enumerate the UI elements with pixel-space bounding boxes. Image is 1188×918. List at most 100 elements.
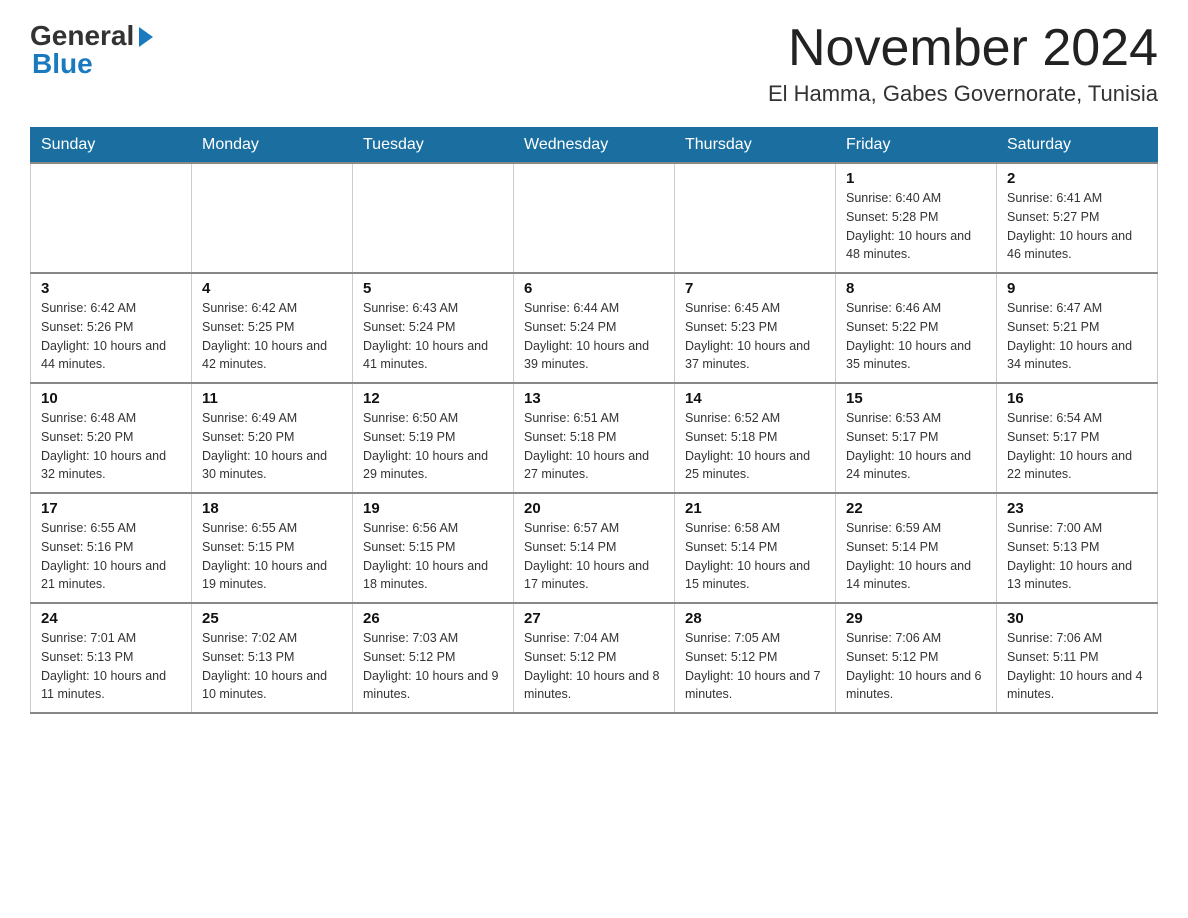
calendar-cell xyxy=(675,163,836,273)
day-info: Sunrise: 7:01 AMSunset: 5:13 PMDaylight:… xyxy=(41,629,181,704)
day-info: Sunrise: 7:02 AMSunset: 5:13 PMDaylight:… xyxy=(202,629,342,704)
calendar-cell: 24 Sunrise: 7:01 AMSunset: 5:13 PMDayligh… xyxy=(31,603,192,713)
logo-blue-text: Blue xyxy=(30,48,93,80)
calendar-cell: 5 Sunrise: 6:43 AMSunset: 5:24 PMDaylight… xyxy=(353,273,514,383)
calendar-cell: 19 Sunrise: 6:56 AMSunset: 5:15 PMDayligh… xyxy=(353,493,514,603)
day-number: 20 xyxy=(524,500,664,517)
day-number: 3 xyxy=(41,280,181,297)
day-number: 12 xyxy=(363,390,503,407)
day-info: Sunrise: 6:49 AMSunset: 5:20 PMDaylight:… xyxy=(202,409,342,484)
calendar-cell xyxy=(514,163,675,273)
day-info: Sunrise: 6:51 AMSunset: 5:18 PMDaylight:… xyxy=(524,409,664,484)
calendar-cell xyxy=(31,163,192,273)
month-title: November 2024 xyxy=(768,20,1158,77)
calendar-cell: 15 Sunrise: 6:53 AMSunset: 5:17 PMDayligh… xyxy=(836,383,997,493)
day-info: Sunrise: 6:57 AMSunset: 5:14 PMDaylight:… xyxy=(524,519,664,594)
day-number: 9 xyxy=(1007,280,1147,297)
day-info: Sunrise: 6:48 AMSunset: 5:20 PMDaylight:… xyxy=(41,409,181,484)
calendar-table: SundayMondayTuesdayWednesdayThursdayFrid… xyxy=(30,127,1158,714)
day-number: 25 xyxy=(202,610,342,627)
calendar-cell: 12 Sunrise: 6:50 AMSunset: 5:19 PMDayligh… xyxy=(353,383,514,493)
day-info: Sunrise: 6:55 AMSunset: 5:16 PMDaylight:… xyxy=(41,519,181,594)
day-info: Sunrise: 6:46 AMSunset: 5:22 PMDaylight:… xyxy=(846,299,986,374)
day-info: Sunrise: 7:06 AMSunset: 5:12 PMDaylight:… xyxy=(846,629,986,704)
day-info: Sunrise: 7:05 AMSunset: 5:12 PMDaylight:… xyxy=(685,629,825,704)
calendar-cell: 29 Sunrise: 7:06 AMSunset: 5:12 PMDayligh… xyxy=(836,603,997,713)
day-info: Sunrise: 6:45 AMSunset: 5:23 PMDaylight:… xyxy=(685,299,825,374)
day-info: Sunrise: 6:42 AMSunset: 5:26 PMDaylight:… xyxy=(41,299,181,374)
day-number: 13 xyxy=(524,390,664,407)
location-text: El Hamma, Gabes Governorate, Tunisia xyxy=(768,81,1158,107)
calendar-week-row: 10Sunrise: 6:48 AMSunset: 5:20 PMDayligh… xyxy=(31,383,1158,493)
day-info: Sunrise: 6:41 AMSunset: 5:27 PMDaylight:… xyxy=(1007,189,1147,264)
calendar-cell: 26Sunrise: 7:03 AMSunset: 5:12 PMDayligh… xyxy=(353,603,514,713)
calendar-cell: 23Sunrise: 7:00 AMSunset: 5:13 PMDayligh… xyxy=(997,493,1158,603)
day-number: 15 xyxy=(846,390,986,407)
calendar-cell: 13 Sunrise: 6:51 AMSunset: 5:18 PMDayligh… xyxy=(514,383,675,493)
day-number: 22 xyxy=(846,500,986,517)
day-number: 29 xyxy=(846,610,986,627)
calendar-body: 1Sunrise: 6:40 AMSunset: 5:28 PMDaylight… xyxy=(31,163,1158,713)
day-number: 24 xyxy=(41,610,181,627)
day-number: 11 xyxy=(202,390,342,407)
day-info: Sunrise: 6:54 AMSunset: 5:17 PMDaylight:… xyxy=(1007,409,1147,484)
calendar-cell: 11 Sunrise: 6:49 AMSunset: 5:20 PMDayligh… xyxy=(192,383,353,493)
calendar-cell: 27 Sunrise: 7:04 AMSunset: 5:12 PMDayligh… xyxy=(514,603,675,713)
calendar-cell: 28 Sunrise: 7:05 AMSunset: 5:12 PMDayligh… xyxy=(675,603,836,713)
calendar-cell: 4Sunrise: 6:42 AMSunset: 5:25 PMDaylight… xyxy=(192,273,353,383)
day-number: 2 xyxy=(1007,170,1147,187)
calendar-day-header: Wednesday xyxy=(514,128,675,164)
calendar-cell: 3 Sunrise: 6:42 AMSunset: 5:26 PMDaylight… xyxy=(31,273,192,383)
day-number: 17 xyxy=(41,500,181,517)
calendar-cell: 21 Sunrise: 6:58 AMSunset: 5:14 PMDayligh… xyxy=(675,493,836,603)
day-info: Sunrise: 6:47 AMSunset: 5:21 PMDaylight:… xyxy=(1007,299,1147,374)
day-info: Sunrise: 7:04 AMSunset: 5:12 PMDaylight:… xyxy=(524,629,664,704)
calendar-cell: 7 Sunrise: 6:45 AMSunset: 5:23 PMDaylight… xyxy=(675,273,836,383)
calendar-cell: 10Sunrise: 6:48 AMSunset: 5:20 PMDayligh… xyxy=(31,383,192,493)
day-info: Sunrise: 6:58 AMSunset: 5:14 PMDaylight:… xyxy=(685,519,825,594)
calendar-day-header: Sunday xyxy=(31,128,192,164)
calendar-week-row: 3 Sunrise: 6:42 AMSunset: 5:26 PMDaylight… xyxy=(31,273,1158,383)
calendar-day-header: Saturday xyxy=(997,128,1158,164)
calendar-cell: 6Sunrise: 6:44 AMSunset: 5:24 PMDaylight… xyxy=(514,273,675,383)
day-number: 7 xyxy=(685,280,825,297)
day-number: 28 xyxy=(685,610,825,627)
calendar-cell xyxy=(192,163,353,273)
day-number: 5 xyxy=(363,280,503,297)
page-header: General Blue November 2024 El Hamma, Gab… xyxy=(30,20,1158,107)
title-area: November 2024 El Hamma, Gabes Governorat… xyxy=(768,20,1158,107)
day-info: Sunrise: 7:03 AMSunset: 5:12 PMDaylight:… xyxy=(363,629,503,704)
logo: General Blue xyxy=(30,20,153,80)
calendar-cell: 14Sunrise: 6:52 AMSunset: 5:18 PMDayligh… xyxy=(675,383,836,493)
calendar-week-row: 24 Sunrise: 7:01 AMSunset: 5:13 PMDayligh… xyxy=(31,603,1158,713)
calendar-header-row: SundayMondayTuesdayWednesdayThursdayFrid… xyxy=(31,128,1158,164)
calendar-day-header: Friday xyxy=(836,128,997,164)
logo-arrow-icon xyxy=(139,27,153,47)
calendar-cell: 1Sunrise: 6:40 AMSunset: 5:28 PMDaylight… xyxy=(836,163,997,273)
day-number: 16 xyxy=(1007,390,1147,407)
day-number: 8 xyxy=(846,280,986,297)
day-number: 19 xyxy=(363,500,503,517)
day-info: Sunrise: 6:40 AMSunset: 5:28 PMDaylight:… xyxy=(846,189,986,264)
day-info: Sunrise: 6:43 AMSunset: 5:24 PMDaylight:… xyxy=(363,299,503,374)
calendar-day-header: Thursday xyxy=(675,128,836,164)
calendar-cell: 9 Sunrise: 6:47 AMSunset: 5:21 PMDaylight… xyxy=(997,273,1158,383)
calendar-cell: 25 Sunrise: 7:02 AMSunset: 5:13 PMDayligh… xyxy=(192,603,353,713)
day-number: 23 xyxy=(1007,500,1147,517)
day-info: Sunrise: 6:50 AMSunset: 5:19 PMDaylight:… xyxy=(363,409,503,484)
calendar-day-header: Tuesday xyxy=(353,128,514,164)
calendar-cell: 22Sunrise: 6:59 AMSunset: 5:14 PMDayligh… xyxy=(836,493,997,603)
day-number: 27 xyxy=(524,610,664,627)
calendar-day-header: Monday xyxy=(192,128,353,164)
day-number: 21 xyxy=(685,500,825,517)
day-number: 6 xyxy=(524,280,664,297)
day-info: Sunrise: 6:53 AMSunset: 5:17 PMDaylight:… xyxy=(846,409,986,484)
calendar-cell xyxy=(353,163,514,273)
calendar-cell: 17 Sunrise: 6:55 AMSunset: 5:16 PMDayligh… xyxy=(31,493,192,603)
day-info: Sunrise: 6:56 AMSunset: 5:15 PMDaylight:… xyxy=(363,519,503,594)
calendar-week-row: 1Sunrise: 6:40 AMSunset: 5:28 PMDaylight… xyxy=(31,163,1158,273)
calendar-cell: 8 Sunrise: 6:46 AMSunset: 5:22 PMDaylight… xyxy=(836,273,997,383)
calendar-cell: 16 Sunrise: 6:54 AMSunset: 5:17 PMDayligh… xyxy=(997,383,1158,493)
day-number: 18 xyxy=(202,500,342,517)
day-number: 4 xyxy=(202,280,342,297)
